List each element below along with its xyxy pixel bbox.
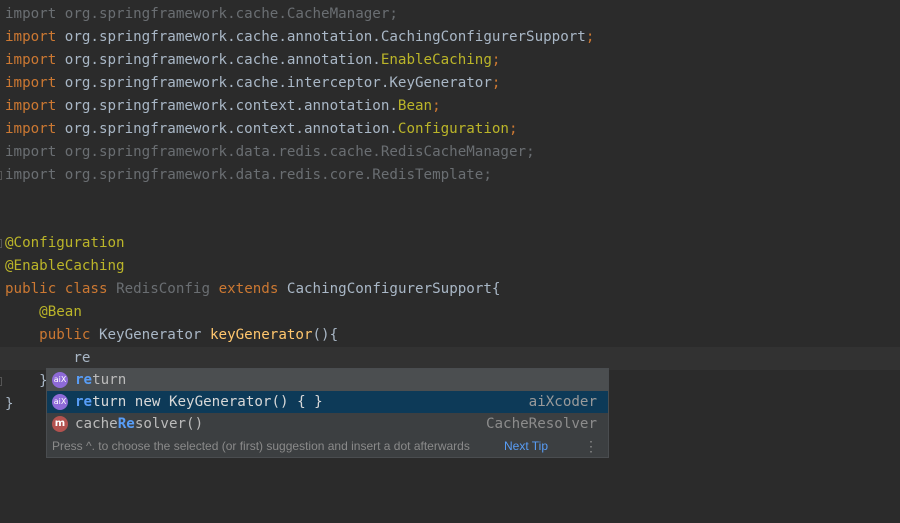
completion-item-cache-resolver[interactable]: m cacheResolver() CacheResolver [47,413,608,435]
fold-marker-icon[interactable] [0,239,2,248]
keyword-class: class [64,281,108,297]
typed-text: re [73,350,91,366]
semicolon: ; [585,29,595,45]
semicolon: ; [483,167,492,183]
method-icon: m [52,416,68,432]
code-line[interactable]: public class RedisConfig extends Caching… [0,278,900,301]
code-line[interactable]: import org.springframework.cache.CacheMa… [0,3,900,26]
semicolon: ; [508,121,518,137]
code-line[interactable]: import org.springframework.cache.annotat… [0,26,900,49]
keyword-public: public [39,327,91,343]
import-package: org.springframework.cache. [64,6,287,22]
import-class: Bean [397,98,433,114]
semicolon: ; [491,75,501,91]
import-class: CacheManager [286,6,390,22]
completion-prefix: cache [75,416,118,432]
import-class: RedisCacheManager [380,144,527,160]
completion-item-return-new-keygenerator[interactable]: aiX return new KeyGenerator() { } aiXcod… [47,391,608,413]
import-class: Configuration [397,121,509,137]
import-package: org.springframework.context.annotation. [64,121,398,137]
completion-return-type: CacheResolver [485,416,597,432]
completion-text: turn [92,372,127,388]
import-package: org.springframework.cache.annotation. [64,29,381,45]
code-line[interactable]: @Bean [0,301,900,324]
import-package: org.springframework.cache.annotation. [64,52,381,68]
fold-marker-icon[interactable] [0,171,2,180]
method-name: keyGenerator [210,327,313,343]
code-line[interactable]: @EnableCaching [0,255,900,278]
code-line[interactable]: import org.springframework.cache.interce… [0,72,900,95]
import-package: org.springframework.data.redis.core. [64,167,373,183]
class-name: RedisConfig [116,281,211,297]
match-highlight: Re [117,416,135,432]
import-class: RedisTemplate [372,167,484,183]
code-line[interactable]: import org.springframework.data.redis.co… [0,164,900,187]
close-brace: } [5,396,14,412]
parent-class: CachingConfigurerSupport [286,281,492,297]
current-code-line[interactable]: re [0,347,900,370]
more-options-icon[interactable]: ⋮ [584,435,598,458]
aixcoder-icon: aiX [52,394,68,410]
import-class: EnableCaching [380,52,492,68]
code-line[interactable]: import org.springframework.cache.annotat… [0,49,900,72]
import-keyword: import [5,52,57,68]
completion-tip-bar: Press ^. to choose the selected (or firs… [47,435,608,458]
completion-source: aiXcoder [528,394,597,410]
keyword-extends: extends [218,281,279,297]
completion-text: solver() [134,416,204,432]
code-line[interactable]: import org.springframework.context.annot… [0,95,900,118]
import-class: CachingConfigurerSupport [380,29,586,45]
tip-text: Press ^. to choose the selected (or firs… [52,439,470,453]
import-keyword: import [5,121,57,137]
import-keyword: import [5,6,57,22]
keyword-public: public [5,281,57,297]
semicolon: ; [389,6,398,22]
import-class: KeyGenerator [389,75,492,91]
import-package: org.springframework.cache.interceptor. [64,75,390,91]
import-package: org.springframework.data.redis.cache. [64,144,381,160]
import-keyword: import [5,29,57,45]
annotation-enable-caching: @EnableCaching [5,258,125,274]
match-highlight: re [75,394,93,410]
annotation-configuration: @Configuration [5,235,125,251]
import-keyword: import [5,75,57,91]
annotation-bean: @Bean [39,304,82,320]
semicolon: ; [526,144,535,160]
completion-item-return[interactable]: aiX return [47,369,608,391]
return-type: KeyGenerator [98,327,202,343]
match-highlight: re [75,372,93,388]
method-parens: (){ [312,327,339,343]
code-line[interactable]: import org.springframework.data.redis.ca… [0,141,900,164]
import-package: org.springframework.context.annotation. [64,98,398,114]
semicolon: ; [491,52,501,68]
open-brace: { [491,281,501,297]
semicolon: ; [432,98,441,114]
completion-text: turn new KeyGenerator() { } [92,394,323,410]
code-line[interactable]: import org.springframework.context.annot… [0,118,900,141]
code-editor[interactable]: import org.springframework.cache.CacheMa… [0,0,900,465]
import-keyword: import [5,98,57,114]
import-keyword: import [5,167,57,183]
import-keyword: import [5,144,57,160]
code-line[interactable]: @Configuration [0,232,900,255]
code-line[interactable]: public KeyGenerator keyGenerator(){ [0,324,900,347]
next-tip-link[interactable]: Next Tip [504,435,548,458]
fold-marker-icon[interactable] [0,377,2,386]
completion-popup: aiX return aiX return new KeyGenerator()… [46,368,609,458]
aixcoder-icon: aiX [52,372,68,388]
